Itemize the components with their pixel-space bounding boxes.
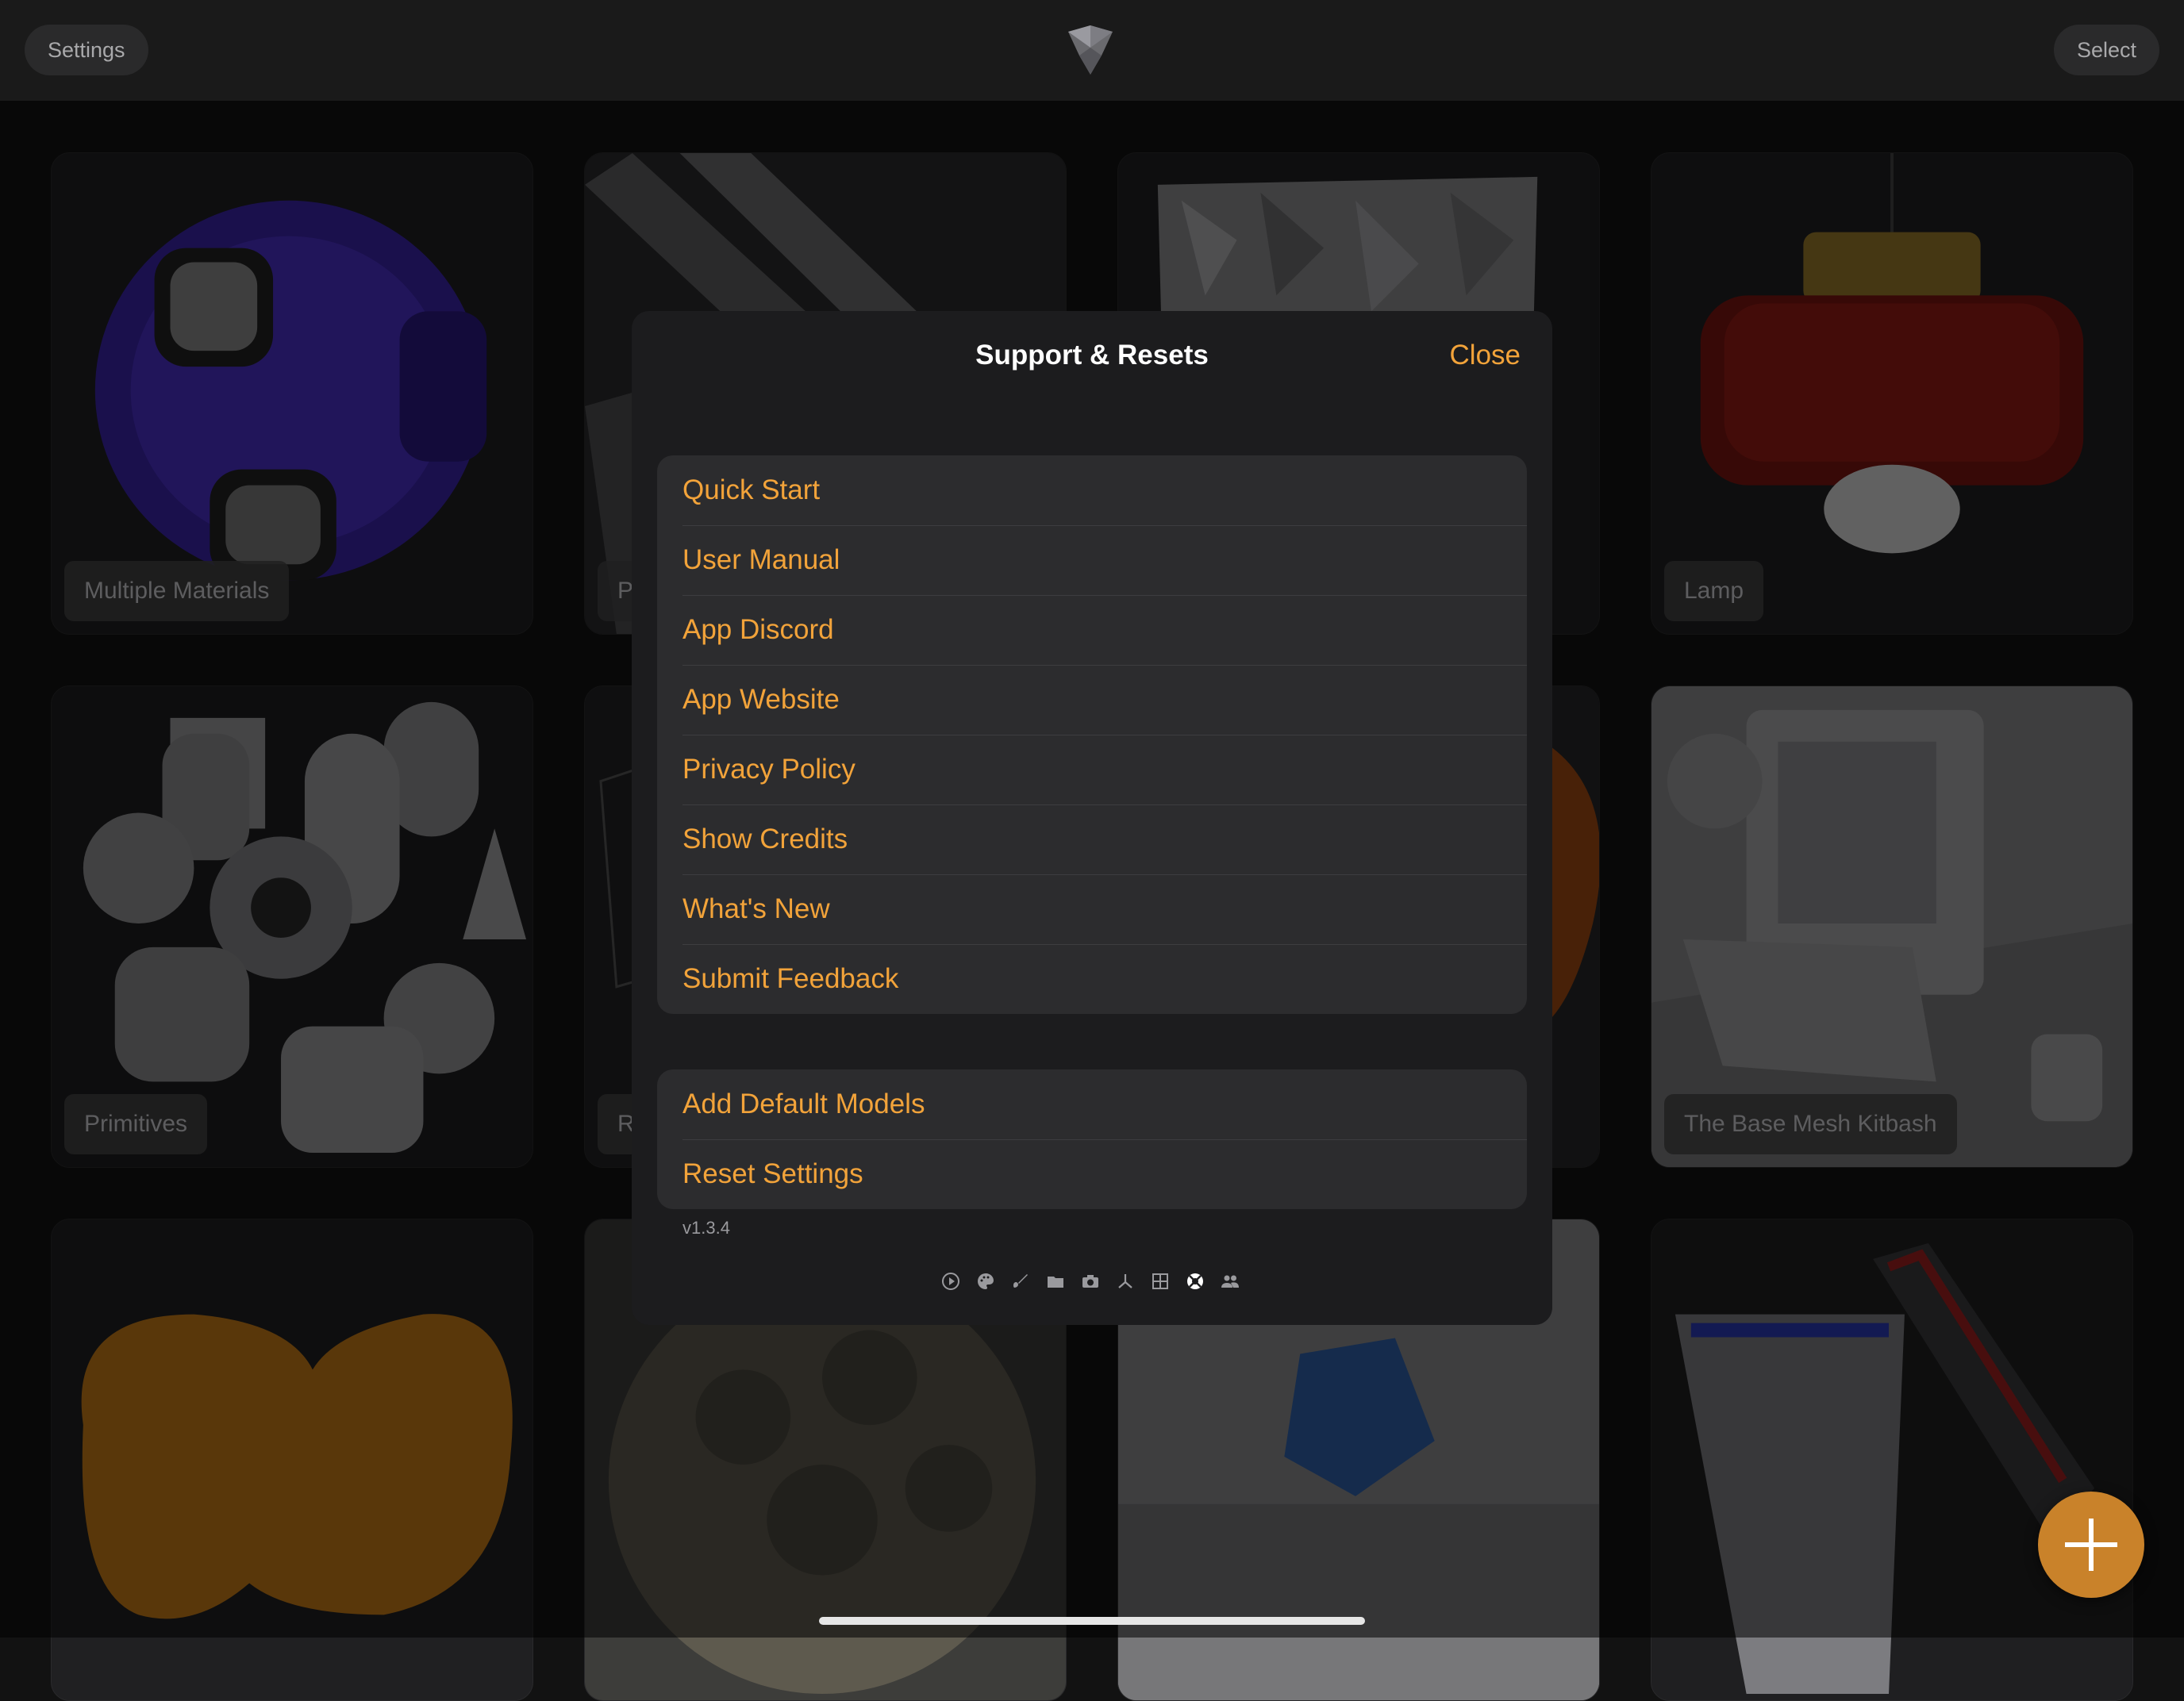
add-default-models-item[interactable]: Add Default Models (657, 1069, 1527, 1139)
palette-icon (976, 1272, 995, 1291)
model-card[interactable]: Primitives (51, 685, 533, 1168)
folder-icon (1046, 1272, 1065, 1291)
app-website-item[interactable]: App Website (657, 665, 1527, 735)
reset-settings-item[interactable]: Reset Settings (657, 1139, 1527, 1209)
play-icon (941, 1272, 960, 1291)
camera-icon (1081, 1272, 1100, 1291)
card-label: Multiple Materials (64, 561, 290, 621)
settings-button[interactable]: Settings (25, 25, 148, 75)
select-button[interactable]: Select (2053, 25, 2159, 75)
app-logo-icon (1065, 24, 1116, 76)
add-model-button[interactable] (2038, 1492, 2144, 1598)
support-resets-modal: Support & Resets Close Quick Start User … (632, 311, 1552, 1325)
model-card[interactable]: The Base Mesh Kitbash (1651, 685, 2133, 1168)
model-card[interactable]: Multiple Materials (51, 152, 533, 635)
support-list: Quick Start User Manual App Discord App … (657, 455, 1527, 1014)
axes-icon (1116, 1272, 1135, 1291)
model-card[interactable] (1651, 1219, 2133, 1701)
model-card[interactable]: Lamp (1651, 152, 2133, 635)
user-manual-item[interactable]: User Manual (657, 525, 1527, 595)
grid-icon (1151, 1272, 1170, 1291)
card-label: Lamp (1664, 561, 1764, 621)
close-button[interactable]: Close (1450, 340, 1521, 371)
model-card[interactable] (51, 1219, 533, 1701)
app-discord-item[interactable]: App Discord (657, 595, 1527, 665)
modal-title: Support & Resets (975, 340, 1209, 371)
whats-new-item[interactable]: What's New (657, 874, 1527, 944)
top-bar: Settings Select (0, 0, 2184, 101)
submit-feedback-item[interactable]: Submit Feedback (657, 944, 1527, 1014)
plus-icon (2065, 1519, 2117, 1571)
model-thumbnail (1651, 1219, 2132, 1700)
model-thumbnail (81, 1314, 513, 1619)
reset-list: Add Default Models Reset Settings (657, 1069, 1527, 1209)
show-credits-item[interactable]: Show Credits (657, 804, 1527, 874)
app-version: v1.3.4 (682, 1218, 730, 1238)
toolbar-icons (941, 1269, 1240, 1293)
card-label: The Base Mesh Kitbash (1664, 1094, 1957, 1154)
quick-start-item[interactable]: Quick Start (657, 455, 1527, 525)
privacy-policy-item[interactable]: Privacy Policy (657, 735, 1527, 804)
brush-icon (1011, 1272, 1030, 1291)
people-icon (1221, 1272, 1240, 1291)
card-label: Primitives (64, 1094, 208, 1154)
home-indicator (819, 1617, 1365, 1625)
help-circle-icon (1186, 1272, 1205, 1291)
